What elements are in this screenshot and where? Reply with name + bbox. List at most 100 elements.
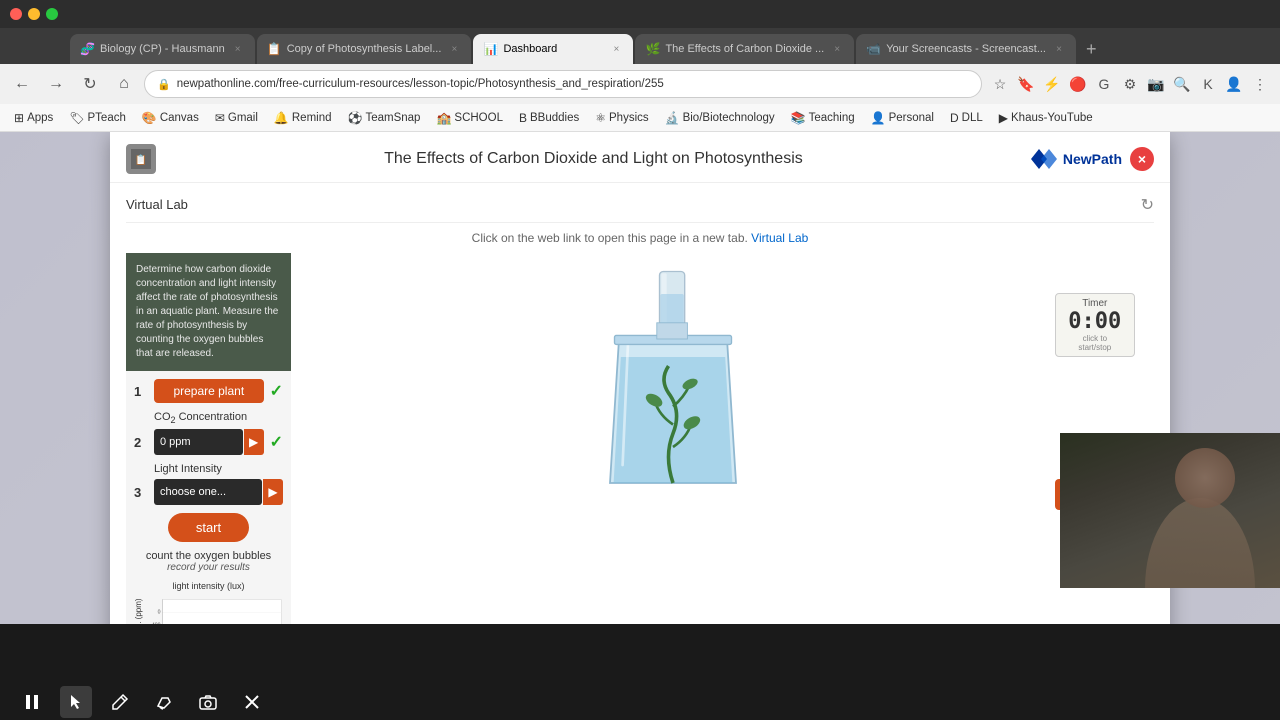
bookmark-remind[interactable]: 🔔 Remind — [268, 109, 338, 127]
lab-left-panel: Determine how carbon dioxide concentrati… — [126, 253, 291, 624]
svg-text:📋: 📋 — [135, 153, 147, 166]
bio-bookmark-icon: 🔬 — [665, 111, 680, 125]
newpath-logo: NewPath — [1031, 149, 1122, 169]
co2-dropdown[interactable]: 0 ppm — [154, 429, 243, 455]
co2-value: 0 ppm — [160, 436, 191, 448]
tab-dashboard[interactable]: 📊 Dashboard × — [473, 34, 633, 64]
lab-center — [311, 253, 1035, 523]
bookmark-pteach[interactable]: 🏷 PTeach — [63, 109, 132, 127]
tab-close-photosynthesis[interactable]: × — [447, 42, 461, 56]
maximize-traffic-light[interactable] — [46, 8, 58, 20]
tab-close-effects[interactable]: × — [830, 42, 844, 56]
highlighter-button[interactable] — [148, 686, 180, 718]
extension-icon-8[interactable]: K — [1196, 72, 1220, 96]
tab-title-screencasts: Your Screencasts - Screencast... — [886, 43, 1046, 55]
camera-button[interactable] — [192, 686, 224, 718]
bookmark-teaching-label: Teaching — [809, 112, 855, 124]
extension-icon-3[interactable]: 🔴 — [1066, 72, 1090, 96]
bookmark-gmail[interactable]: ✉ Gmail — [209, 109, 264, 127]
physics-bookmark-icon: ⚛ — [595, 111, 606, 125]
lab-modal-header: 📋 The Effects of Carbon Dioxide and Ligh… — [110, 132, 1170, 183]
remind-bookmark-icon: 🔔 — [274, 111, 289, 125]
tab-photosynthesis-label[interactable]: 📋 Copy of Photosynthesis Label... × — [257, 34, 472, 64]
light-dropdown-arrow[interactable]: ▶ — [263, 479, 283, 505]
forward-button[interactable]: → — [42, 70, 70, 98]
svg-text:0: 0 — [158, 610, 161, 616]
step-3-dropdown-container[interactable]: choose one... ▶ — [154, 479, 283, 505]
more-options-button[interactable]: ⋮ — [1248, 72, 1272, 96]
extension-icon-6[interactable]: 📷 — [1144, 72, 1168, 96]
timer-value: 0:00 — [1066, 309, 1124, 334]
tab-close-biology[interactable]: × — [231, 42, 245, 56]
close-traffic-light[interactable] — [10, 8, 22, 20]
extension-icon-2[interactable]: ⚡ — [1040, 72, 1064, 96]
extension-icon-7[interactable]: 🔍 — [1170, 72, 1194, 96]
tab-effects[interactable]: 🌿 The Effects of Carbon Dioxide ... × — [635, 34, 854, 64]
web-link-notice: Click on the web link to open this page … — [126, 227, 1154, 253]
bookmark-bbuddies[interactable]: B BBuddies — [513, 109, 585, 127]
bookmark-bio[interactable]: 🔬 Bio/Biotechnology — [659, 109, 781, 127]
back-button[interactable]: ← — [8, 70, 36, 98]
step-2-row: 2 0 ppm ▶ ✓ — [134, 429, 283, 455]
person-head — [1175, 448, 1235, 508]
extension-icon-1[interactable]: 🔖 — [1014, 72, 1038, 96]
bookmark-school[interactable]: 🏫 SCHOOL — [430, 109, 509, 127]
lab-modal: 📋 The Effects of Carbon Dioxide and Ligh… — [110, 132, 1170, 624]
bookmark-apps-label: Apps — [27, 112, 53, 124]
bookmark-youtube-label: Khaus-YouTube — [1011, 112, 1093, 124]
bookmark-youtube[interactable]: ▶ Khaus-YouTube — [993, 109, 1099, 127]
timer-label: Timer — [1066, 298, 1124, 309]
tab-screencasts[interactable]: 📹 Your Screencasts - Screencast... × — [856, 34, 1076, 64]
pen-button[interactable] — [104, 686, 136, 718]
new-tab-button[interactable]: + — [1078, 39, 1105, 60]
tab-close-dashboard[interactable]: × — [609, 42, 623, 56]
bookmark-school-label: SCHOOL — [454, 112, 503, 124]
home-button[interactable]: ⌂ — [110, 70, 138, 98]
extension-icon-5[interactable]: ⚙ — [1118, 72, 1142, 96]
bookmark-dll[interactable]: D DLL — [944, 109, 989, 127]
pause-icon — [23, 693, 41, 711]
address-text: newpathonline.com/free-curriculum-resour… — [177, 78, 969, 90]
cursor-button[interactable] — [60, 686, 92, 718]
lab-experiment: Determine how carbon dioxide concentrati… — [126, 253, 1154, 624]
title-bar — [0, 0, 1280, 28]
lock-icon: 🔒 — [157, 78, 171, 91]
pteach-bookmark-icon: 🏷 — [69, 111, 84, 125]
chart-y-label: CO₂ conc. (ppm) — [134, 593, 143, 624]
count-label: count the oxygen bubbles — [134, 550, 283, 562]
light-dropdown[interactable]: choose one... — [154, 479, 262, 505]
address-bar[interactable]: 🔒 newpathonline.com/free-curriculum-reso… — [144, 70, 982, 98]
tabs-bar: 🧬 Biology (CP) - Hausmann × 📋 Copy of Ph… — [0, 28, 1280, 64]
light-value: choose one... — [160, 486, 226, 498]
tab-biology[interactable]: 🧬 Biology (CP) - Hausmann × — [70, 34, 255, 64]
virtual-lab-link[interactable]: Virtual Lab — [751, 231, 808, 245]
web-link-notice-text: Click on the web link to open this page … — [472, 231, 748, 245]
bookmark-physics[interactable]: ⚛ Physics — [589, 109, 654, 127]
bookmark-teamsnap[interactable]: ⚽ TeamSnap — [342, 109, 427, 127]
bookmark-apps[interactable]: ⊞ Apps — [8, 109, 59, 127]
extension-icon-4[interactable]: G — [1092, 72, 1116, 96]
bookmark-gmail-label: Gmail — [228, 112, 258, 124]
close-toolbar-button[interactable] — [236, 686, 268, 718]
start-button[interactable]: start — [168, 513, 249, 542]
bookmark-personal-label: Personal — [889, 112, 934, 124]
bookmark-star-button[interactable]: ☆ — [988, 72, 1012, 96]
refresh-button[interactable]: ↻ — [76, 70, 104, 98]
tab-close-screencasts[interactable]: × — [1052, 42, 1066, 56]
camera-icon — [199, 693, 217, 711]
pause-button[interactable] — [16, 686, 48, 718]
prepare-plant-button[interactable]: prepare plant — [154, 379, 264, 403]
lab-modal-title: The Effects of Carbon Dioxide and Light … — [156, 150, 1031, 168]
step-3-row: 3 choose one... ▶ — [134, 479, 283, 505]
user-profile-button[interactable]: 👤 — [1222, 72, 1246, 96]
refresh-icon[interactable]: ↻ — [1141, 195, 1154, 215]
co2-dropdown-arrow[interactable]: ▶ — [244, 429, 264, 455]
bookmark-teaching[interactable]: 📚 Teaching — [785, 109, 861, 127]
personal-bookmark-icon: 👤 — [871, 111, 886, 125]
bookmark-personal[interactable]: 👤 Personal — [865, 109, 940, 127]
step-2-dropdown-container[interactable]: 0 ppm ▶ — [154, 429, 264, 455]
beaker-illustration — [583, 263, 763, 523]
bookmark-canvas[interactable]: 🎨 Canvas — [136, 109, 205, 127]
modal-close-button[interactable]: × — [1130, 147, 1154, 171]
minimize-traffic-light[interactable] — [28, 8, 40, 20]
